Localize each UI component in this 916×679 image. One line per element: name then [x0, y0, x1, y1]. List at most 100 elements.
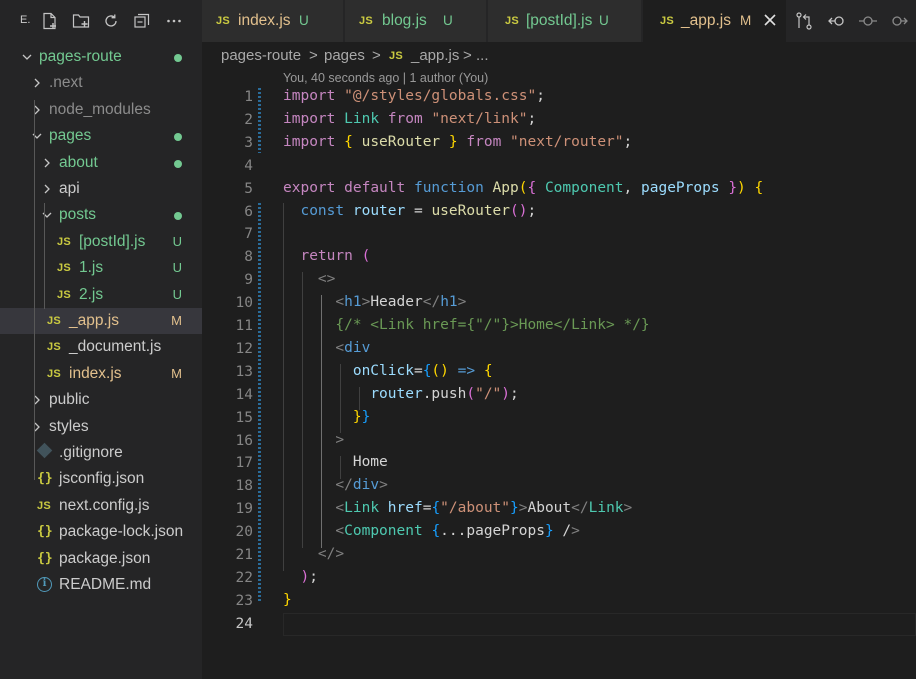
- breadcrumb-folder[interactable]: pages: [324, 47, 365, 64]
- tree-item[interactable]: JS [postId].js U: [0, 229, 202, 255]
- tree-item[interactable]: JS index.js M: [0, 361, 202, 387]
- go-forward-icon[interactable]: [889, 11, 909, 31]
- tree-item-label: about: [59, 153, 98, 171]
- tree-item[interactable]: styles: [0, 414, 202, 440]
- code-line[interactable]: 19 <Link href={"/about"}>About</Link>: [202, 498, 916, 521]
- code-line[interactable]: 24: [202, 612, 916, 636]
- code-line[interactable]: 5 export default function App({ Component…: [202, 178, 916, 201]
- git-file-icon: [36, 442, 53, 459]
- line-number: 4: [244, 157, 253, 174]
- chevron-down-icon[interactable]: [40, 208, 54, 222]
- tree-item[interactable]: .gitignore: [0, 440, 202, 466]
- tree-item[interactable]: {} package.json: [0, 546, 202, 572]
- tab-label: blog.js: [382, 12, 427, 29]
- code-line[interactable]: 15 }}: [202, 407, 916, 430]
- tree-item-label: _document.js: [69, 338, 162, 356]
- code-line[interactable]: 8 return (: [202, 246, 916, 269]
- tab-index-js[interactable]: JS index.js U: [202, 0, 344, 42]
- line-number: 2: [244, 111, 253, 128]
- tree-item[interactable]: .next: [0, 70, 202, 96]
- code-line[interactable]: 22 );: [202, 567, 916, 590]
- tree-item-label: public: [49, 391, 90, 409]
- code-text: </div>: [335, 477, 388, 494]
- js-file-icon: JS: [47, 341, 62, 354]
- collapse-all-icon[interactable]: [132, 11, 152, 31]
- new-file-icon[interactable]: [40, 11, 60, 31]
- code-line[interactable]: 6 const router = useRouter();: [202, 201, 916, 224]
- code-line[interactable]: 17 Home: [202, 452, 916, 475]
- tree-indent-guide: [44, 203, 45, 309]
- breadcrumb-root[interactable]: pages-route: [221, 47, 301, 64]
- tree-item[interactable]: pages: [0, 123, 202, 149]
- code-line[interactable]: 14 router.push("/");: [202, 384, 916, 407]
- code-line[interactable]: 12 <div: [202, 338, 916, 361]
- modified-dot: [174, 133, 182, 142]
- tree-item[interactable]: posts: [0, 202, 202, 228]
- tree-item[interactable]: pages-route: [0, 44, 202, 70]
- tree-item-label: pages: [49, 127, 92, 145]
- code-line[interactable]: 1 import "@/styles/globals.css";: [202, 86, 916, 109]
- code-line[interactable]: 7: [202, 223, 916, 246]
- chevron-right-icon[interactable]: [30, 420, 44, 434]
- tree-item[interactable]: i README.md: [0, 572, 202, 598]
- new-folder-icon[interactable]: [71, 11, 91, 31]
- go-forward-circle-icon[interactable]: [858, 11, 878, 31]
- breadcrumb: pages-route > pages > JS _app.js > ...: [202, 42, 916, 70]
- tab-blog-js[interactable]: JS blog.js U: [345, 0, 487, 42]
- tab-postid-js[interactable]: JS [postId].js U: [488, 0, 642, 42]
- git-status-badge: M: [171, 313, 182, 328]
- code-text: <div: [335, 339, 371, 356]
- chevron-right-icon[interactable]: [30, 393, 44, 407]
- code-line[interactable]: 9 <>: [202, 269, 916, 292]
- code-line[interactable]: 18 </div>: [202, 475, 916, 498]
- go-back-icon[interactable]: [827, 11, 847, 31]
- line-number: 13: [235, 363, 253, 380]
- code-line[interactable]: 10 <h1>Header</h1>: [202, 292, 916, 315]
- code-line[interactable]: 3 import { useRouter } from "next/router"…: [202, 132, 916, 155]
- chevron-down-icon[interactable]: [20, 50, 34, 64]
- tree-item[interactable]: {} package-lock.json: [0, 519, 202, 545]
- code-line[interactable]: 11 {/* <Link href={"/"}>Home</Link> */}: [202, 315, 916, 338]
- chevron-right-icon[interactable]: [40, 156, 54, 170]
- tree-item[interactable]: JS next.config.js: [0, 493, 202, 519]
- code-line[interactable]: 21 </>: [202, 544, 916, 567]
- tree-item[interactable]: JS 2.js U: [0, 282, 202, 308]
- code-line[interactable]: 13 onClick={() => {: [202, 361, 916, 384]
- tree-item-label: .gitignore: [59, 444, 123, 461]
- more-icon[interactable]: [164, 11, 184, 31]
- tree-item[interactable]: public: [0, 387, 202, 413]
- code-line[interactable]: 2 import Link from "next/link";: [202, 109, 916, 132]
- close-icon[interactable]: [761, 11, 779, 29]
- open-changes-icon[interactable]: [794, 11, 814, 31]
- breadcrumb-more[interactable]: ...: [476, 47, 489, 64]
- tree-item[interactable]: node_modules: [0, 97, 202, 123]
- modified-dot: [174, 159, 182, 168]
- tree-item[interactable]: JS 1.js U: [0, 255, 202, 281]
- tree-item[interactable]: api: [0, 176, 202, 202]
- chevron-down-icon[interactable]: [30, 129, 44, 143]
- code-text: export default function App({ Component,…: [283, 179, 764, 196]
- code-line[interactable]: 23}: [202, 590, 916, 613]
- chevron-right-icon[interactable]: [40, 182, 54, 196]
- line-number: 11: [235, 318, 253, 334]
- code-editor[interactable]: 1 import "@/styles/globals.css"; 2 import L…: [202, 86, 916, 679]
- breadcrumb-file[interactable]: _app.js: [411, 47, 459, 64]
- tree-item[interactable]: {} jsconfig.json: [0, 466, 202, 492]
- modified-dot: [174, 54, 182, 62]
- chevron-right-icon[interactable]: [30, 103, 44, 117]
- code-text: Home: [352, 454, 388, 471]
- code-line[interactable]: 20 <Component {...pageProps} />: [202, 521, 916, 544]
- tree-item[interactable]: JS _document.js: [0, 334, 202, 360]
- code-line[interactable]: 4: [202, 155, 916, 178]
- code-line[interactable]: 16 >: [202, 430, 916, 453]
- tree-item-label: node_modules: [49, 100, 151, 118]
- codelens-blame[interactable]: You, 40 seconds ago | 1 author (You): [283, 71, 488, 85]
- tab-app-js[interactable]: JS _app.js M: [643, 0, 787, 42]
- chevron-right-icon[interactable]: [30, 76, 44, 90]
- current-line-highlight: [283, 612, 916, 636]
- tree-item-label: api: [59, 180, 80, 197]
- tree-item[interactable]: about: [0, 150, 202, 176]
- tree-item[interactable]: JS _app.js M: [0, 308, 202, 334]
- code-text: import { useRouter } from "next/router";: [283, 133, 633, 150]
- refresh-icon[interactable]: [101, 11, 121, 31]
